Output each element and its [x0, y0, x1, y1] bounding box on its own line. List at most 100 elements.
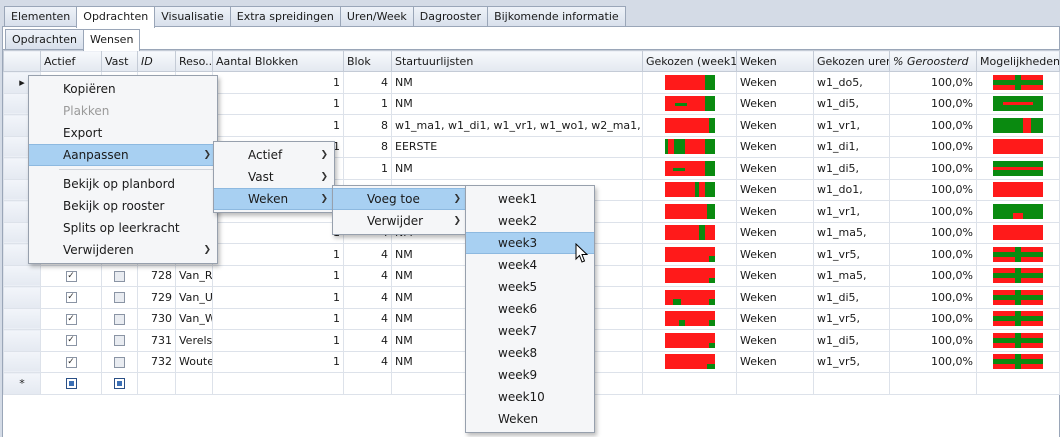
vast-checkbox[interactable] [114, 292, 125, 304]
vast-cell[interactable] [101, 286, 138, 309]
weken-cell[interactable]: Weken [736, 157, 814, 180]
vast-checkbox[interactable] [114, 378, 125, 390]
actief-checkbox[interactable] [65, 378, 77, 390]
id-cell[interactable]: 730 [137, 307, 176, 330]
tab-bijkomende-informatie[interactable]: Bijkomende informatie [487, 6, 626, 27]
startuurlijsten-cell[interactable]: NM [391, 157, 643, 180]
empty-cell[interactable] [813, 372, 890, 395]
aantal-blokken-cell[interactable]: 1 [212, 114, 344, 137]
aantal-blokken-cell[interactable]: 1 [212, 264, 344, 287]
gekozen-uren-cell[interactable]: w1_vr5, [813, 243, 890, 266]
weken-cell[interactable]: Weken [736, 200, 814, 223]
aantal-blokken-cell[interactable]: 1 [212, 329, 344, 352]
startuurlijsten-cell[interactable]: NM [391, 71, 643, 94]
row-selector[interactable] [3, 286, 41, 309]
empty-cell[interactable] [343, 372, 392, 395]
empty-cell[interactable] [976, 372, 1060, 395]
gekozen-uren-cell[interactable]: w1_di5, [813, 92, 890, 115]
actief-checkbox[interactable]: ✓ [65, 335, 77, 347]
row-selector[interactable] [3, 307, 41, 330]
vast-checkbox[interactable] [114, 270, 125, 282]
weken-cell[interactable]: Weken [736, 307, 814, 330]
column-header[interactable]: Vast [101, 50, 138, 72]
column-header[interactable]: Aantal Blokken [212, 50, 344, 72]
weken-cell[interactable]: Weken [736, 71, 814, 94]
id-cell[interactable]: 729 [137, 286, 176, 309]
menu-item-weken[interactable]: Weken ❯ [214, 188, 334, 210]
menu-item-week10[interactable]: week10 [466, 386, 594, 408]
id-cell[interactable]: 732 [137, 350, 176, 373]
actief-cell[interactable]: ✓ [40, 307, 102, 330]
weken-cell[interactable]: Weken [736, 114, 814, 137]
blok-cell[interactable]: 4 [343, 307, 392, 330]
actief-cell[interactable]: ✓ [40, 264, 102, 287]
vast-cell[interactable] [101, 350, 138, 373]
startuurlijsten-cell[interactable]: w1_ma1, w1_di1, w1_vr1, w1_wo1, w2_ma1, [391, 114, 643, 137]
blok-cell[interactable]: 8 [343, 135, 392, 158]
empty-cell[interactable] [212, 372, 344, 395]
blok-cell[interactable]: 4 [343, 243, 392, 266]
blok-cell[interactable]: 1 [343, 92, 392, 115]
menu-item-week7[interactable]: week7 [466, 320, 594, 342]
vast-cell[interactable] [101, 264, 138, 287]
gekozen-uren-cell[interactable]: w1_vr5, [813, 350, 890, 373]
empty-cell[interactable] [736, 372, 814, 395]
actief-cell[interactable]: ✓ [40, 350, 102, 373]
blok-cell[interactable]: 8 [343, 114, 392, 137]
menu-item-verwijder[interactable]: Verwijder ❯ [333, 210, 467, 232]
blok-cell[interactable]: 4 [343, 71, 392, 94]
menu-item-week6[interactable]: week6 [466, 298, 594, 320]
column-header[interactable]: Reso... [175, 50, 213, 72]
blok-cell[interactable]: 1 [343, 157, 392, 180]
subtab-opdrachten[interactable]: Opdrachten [5, 29, 84, 50]
tab-elementen[interactable]: Elementen [4, 6, 78, 27]
menu-item-splits-op-leerkracht[interactable]: Splits op leerkracht [29, 217, 217, 239]
tab-dagrooster[interactable]: Dagrooster [412, 6, 489, 27]
menu-item-week5[interactable]: week5 [466, 276, 594, 298]
gekozen-uren-cell[interactable]: w1_vr1, [813, 114, 890, 137]
column-header[interactable]: % Geroosterd [889, 50, 977, 72]
weken-cell[interactable]: Weken [736, 264, 814, 287]
menu-item-week2[interactable]: week2 [466, 210, 594, 232]
menu-item-week1[interactable]: week1 [466, 188, 594, 210]
actief-checkbox[interactable]: ✓ [65, 313, 77, 325]
startuurlijsten-cell[interactable]: NM [391, 92, 643, 115]
column-header[interactable]: Blok [343, 50, 392, 72]
menu-item-actief[interactable]: Actief ❯ [214, 144, 334, 166]
menu-item-weken[interactable]: Weken [466, 408, 594, 430]
column-header[interactable]: Weken [736, 50, 814, 72]
resource-cell[interactable]: Van_U [175, 286, 213, 309]
menu-item-week8[interactable]: week8 [466, 342, 594, 364]
actief-checkbox[interactable]: ✓ [65, 356, 77, 368]
aantal-blokken-cell[interactable]: 1 [212, 71, 344, 94]
aantal-blokken-cell[interactable]: 1 [212, 350, 344, 373]
empty-cell[interactable] [175, 372, 213, 395]
actief-cell[interactable]: ✓ [40, 286, 102, 309]
menu-item-bekijk-op-planbord[interactable]: Bekijk op planbord [29, 173, 217, 195]
resource-cell[interactable]: Woute [175, 350, 213, 373]
weken-cell[interactable]: Weken [736, 178, 814, 201]
actief-cell[interactable]: ✓ [40, 329, 102, 352]
gekozen-uren-cell[interactable]: w1_ma5, [813, 221, 890, 244]
weken-cell[interactable]: Weken [736, 221, 814, 244]
row-selector[interactable] [3, 350, 41, 373]
column-header[interactable]: Startuurlijsten [391, 50, 643, 72]
gekozen-uren-cell[interactable]: w1_di5, [813, 329, 890, 352]
menu-item-kopi-ren[interactable]: Kopiëren [29, 78, 217, 100]
aantal-blokken-cell[interactable]: 1 [212, 243, 344, 266]
aantal-blokken-cell[interactable]: 1 [212, 307, 344, 330]
actief-cell[interactable] [40, 372, 102, 395]
resource-cell[interactable]: Van_R [175, 264, 213, 287]
id-cell[interactable]: 728 [137, 264, 176, 287]
blok-cell[interactable]: 4 [343, 329, 392, 352]
weken-cell[interactable]: Weken [736, 135, 814, 158]
row-selector[interactable] [3, 264, 41, 287]
vast-cell[interactable] [101, 307, 138, 330]
aantal-blokken-cell[interactable]: 1 [212, 286, 344, 309]
menu-item-aanpassen[interactable]: Aanpassen ❯ [29, 144, 217, 166]
gekozen-uren-cell[interactable]: w1_di5, [813, 157, 890, 180]
gekozen-uren-cell[interactable]: w1_do5, [813, 71, 890, 94]
column-header[interactable]: Gekozen (week1) [642, 50, 737, 72]
weken-cell[interactable]: Weken [736, 243, 814, 266]
empty-cell[interactable] [642, 372, 737, 395]
